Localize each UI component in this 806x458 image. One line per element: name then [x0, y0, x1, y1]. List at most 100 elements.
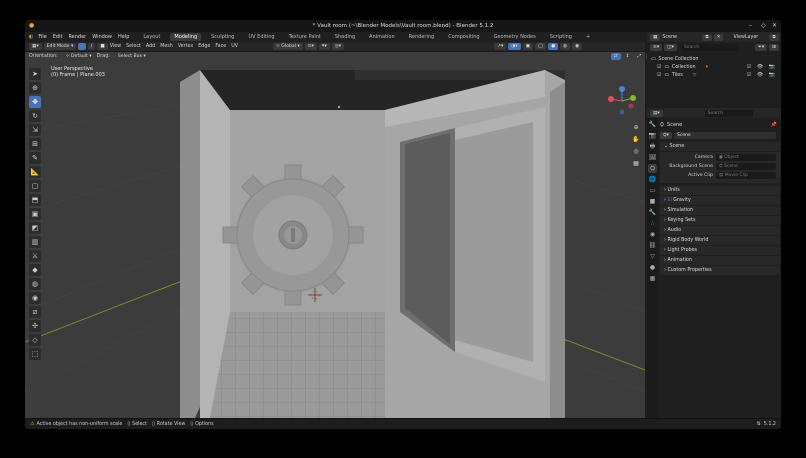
3d-viewport[interactable]: User Perspective (0) Frame | Plane.003 ⊕… [25, 52, 645, 418]
shading-material-icon[interactable]: ◍ [560, 43, 571, 50]
render-tab-icon[interactable]: 📷 [648, 131, 657, 140]
panel-simulation[interactable]: › Simulation [660, 206, 780, 215]
new-scene-icon[interactable]: ⧉ [702, 33, 712, 41]
ortho-grid-icon[interactable]: ▦ [631, 158, 641, 170]
tab-layout[interactable]: Layout [139, 33, 164, 41]
panel-rigid-body-world[interactable]: › Rigid Body World [660, 236, 780, 245]
menu-uv[interactable]: UV [231, 44, 238, 49]
camera-view-icon[interactable]: ◎ [631, 146, 641, 158]
tab-compositing[interactable]: Compositing [444, 33, 483, 41]
knife-tool-icon[interactable]: ⚔ [29, 250, 41, 262]
scene-select[interactable]: Scene [662, 35, 702, 40]
add-workspace-icon[interactable]: + [582, 33, 594, 41]
scene-icon[interactable]: ▦ [650, 33, 661, 41]
pivot-icon[interactable]: ⊙▾ [304, 43, 317, 50]
mode-select[interactable]: Edit Mode ▾ [43, 43, 77, 50]
menu-add[interactable]: Add [146, 44, 155, 49]
minimize-icon[interactable]: – [749, 22, 752, 29]
smooth-tool-icon[interactable]: ◉ [29, 292, 41, 304]
menu-help[interactable]: Help [118, 34, 129, 40]
snap-icon[interactable]: ⌗▾ [318, 43, 330, 50]
visibility-icons[interactable]: ☑ 👁 📷 [747, 64, 777, 70]
delete-scene-icon[interactable]: ✕ [713, 33, 724, 41]
menu-vertex[interactable]: Vertex [178, 44, 193, 49]
edge-select-icon[interactable]: / [87, 43, 96, 50]
pin-icon[interactable]: 📌 [771, 122, 777, 128]
checkbox-icon[interactable]: ☑ [657, 73, 661, 78]
rip-tool-icon[interactable]: ⬚ [29, 348, 41, 360]
pan-hand-icon[interactable]: ✋ [631, 134, 641, 146]
transform-tool-icon[interactable]: ⊞ [29, 138, 41, 150]
panel-units[interactable]: › Units [660, 186, 780, 195]
vertex-select-icon[interactable]: · [78, 43, 86, 50]
overlay-toggle-icon[interactable]: ◑▾ [508, 43, 521, 50]
drag-select[interactable]: Select Box ▾ [114, 53, 149, 60]
texture-tab-icon[interactable]: ▦ [648, 274, 657, 283]
tool-tab-icon[interactable]: 🔧 [648, 120, 657, 129]
panel-keying-sets[interactable]: › Keying Sets [660, 216, 780, 225]
outliner-item[interactable]: ☑ ▭ Collection ▾ ☑ 👁 📷 [647, 63, 781, 71]
panel-custom-properties[interactable]: › Custom Properties [660, 266, 780, 275]
collection-tab-icon[interactable]: ▭ [648, 186, 657, 195]
edge-slide-tool-icon[interactable]: ⧄ [29, 306, 41, 318]
object-tab-icon[interactable]: ■ [648, 197, 657, 206]
extrude-tool-icon[interactable]: ⬒ [29, 194, 41, 206]
add-cube-tool-icon[interactable]: ▢ [29, 180, 41, 192]
new-collection-icon[interactable]: ⊞ [769, 43, 779, 51]
annotate-tool-icon[interactable]: ✎ [29, 152, 41, 164]
scene-browse-icon[interactable]: ⛭▾ [660, 131, 672, 139]
shear-tool-icon[interactable]: ◇ [29, 334, 41, 346]
close-icon[interactable]: ✕ [772, 22, 777, 29]
checkbox-icon[interactable]: ☑ [657, 65, 661, 70]
tab-uv-editing[interactable]: UV Editing [244, 33, 278, 41]
output-tab-icon[interactable]: 🖶 [648, 142, 657, 151]
face-select-icon[interactable]: ■ [97, 43, 108, 50]
view-layer-tab-icon[interactable]: 🖼 [648, 153, 657, 162]
properties-search-input[interactable]: Search [704, 109, 753, 117]
tab-sculpting[interactable]: Sculpting [207, 33, 238, 41]
navigation-gizmo[interactable] [607, 86, 637, 116]
background-scene-field[interactable]: ⛭ Scene [716, 163, 776, 170]
scene-tab-icon[interactable]: ⛭ [648, 164, 657, 173]
view-layer-select[interactable]: ViewLayer [733, 35, 769, 40]
shrink-fatten-tool-icon[interactable]: ✣ [29, 320, 41, 332]
scene-datablock[interactable]: Scene [673, 131, 776, 139]
menu-edit[interactable]: Edit [53, 34, 63, 40]
panel-animation[interactable]: › Animation [660, 256, 780, 265]
shading-wire-icon[interactable]: ◯ [534, 43, 547, 50]
panel-light-probes[interactable]: › Light Probes [660, 246, 780, 255]
properties-editor-type-icon[interactable]: ▤▾ [650, 109, 663, 117]
menu-face[interactable]: Face [215, 44, 226, 49]
tab-modeling[interactable]: Modeling [170, 33, 202, 41]
gravity-checkbox-icon[interactable]: ☑ [667, 198, 671, 203]
camera-field[interactable]: ◼ Object [716, 154, 776, 161]
move-tool-icon[interactable]: ✥ [29, 96, 41, 108]
inset-tool-icon[interactable]: ▣ [29, 208, 41, 220]
select-tool-icon[interactable]: ➤ [29, 68, 41, 80]
poly-build-tool-icon[interactable]: ◆ [29, 264, 41, 276]
scale-tool-icon[interactable]: ⇲ [29, 124, 41, 136]
transform-orientation-select[interactable]: ⊹ Global ▾ [272, 43, 303, 50]
world-tab-icon[interactable]: 🌐 [648, 175, 657, 184]
cursor-tool-icon[interactable]: ⊕ [29, 82, 41, 94]
outliner-item[interactable]: ☑ ▭ Tiles ▽ ☑ 👁 📷 [647, 71, 781, 79]
xray-icon[interactable]: ▣ [522, 43, 533, 50]
tab-animation[interactable]: Animation [365, 33, 399, 41]
maximize-icon[interactable]: ◇ [761, 22, 766, 29]
active-clip-field[interactable]: ▤ Movie Clip [716, 172, 776, 179]
display-mode-icon[interactable]: ◫▾ [664, 43, 677, 51]
particles-tab-icon[interactable]: ∴ [648, 219, 657, 228]
rotate-tool-icon[interactable]: ↻ [29, 110, 41, 122]
panel-gravity[interactable]: › ☑ Gravity [660, 196, 780, 205]
data-tab-icon[interactable]: ▽ [648, 252, 657, 261]
proportional-edit-icon[interactable]: ◎▾ [331, 43, 345, 50]
blender-menu-icon[interactable]: ◐ [29, 34, 33, 40]
mirror-y-icon[interactable]: ↕ [622, 53, 633, 60]
shading-rendered-icon[interactable]: ◉ [572, 43, 583, 50]
gizmo-toggle-icon[interactable]: ↗▾ [494, 43, 507, 50]
menu-mesh[interactable]: Mesh [160, 44, 173, 49]
editor-type-icon[interactable]: ▦▾ [29, 43, 42, 50]
panel-audio[interactable]: › Audio [660, 226, 780, 235]
measure-tool-icon[interactable]: 📐 [29, 166, 41, 178]
tab-texture-paint[interactable]: Texture Paint [285, 33, 325, 41]
